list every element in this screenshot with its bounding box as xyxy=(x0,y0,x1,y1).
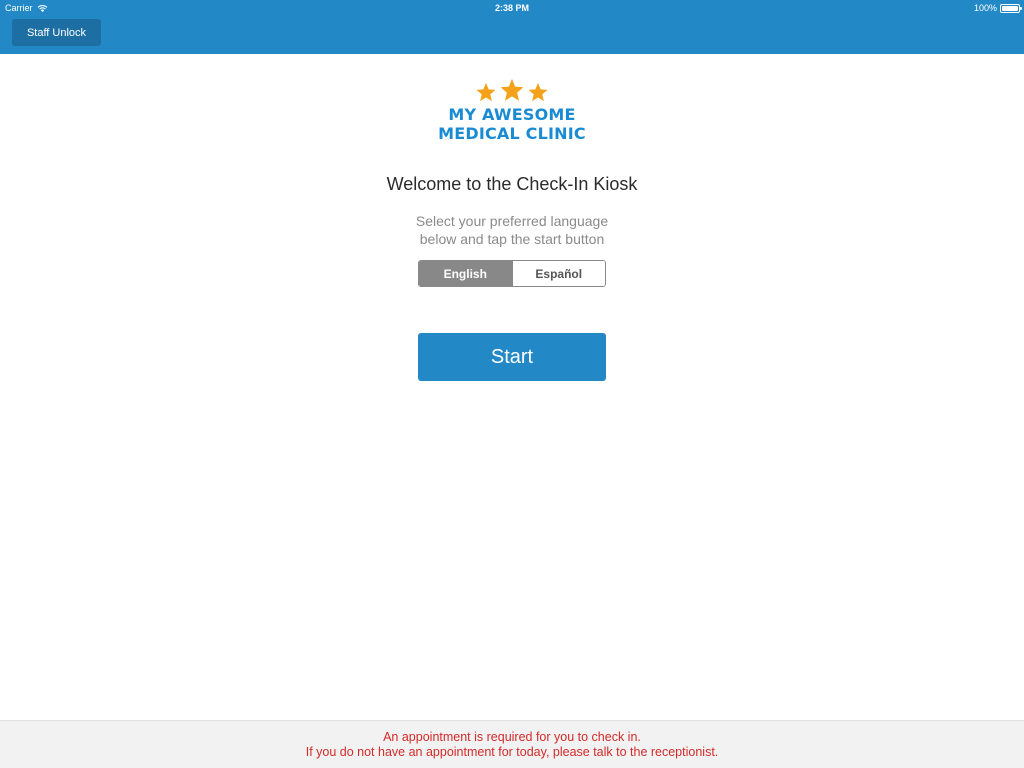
instructions-line-1: Select your preferred language xyxy=(415,213,609,229)
status-bar: Carrier 2:38 PM 100% xyxy=(0,0,1024,16)
header-bar: Carrier 2:38 PM 100% Staff Unlock xyxy=(0,0,1024,54)
language-option-english[interactable]: English xyxy=(419,261,512,286)
logo-text-line-2: MEDICAL CLINIC xyxy=(438,124,586,143)
star-icon xyxy=(500,79,524,101)
appointment-notice: An appointment is required for you to ch… xyxy=(0,720,1024,768)
logo-stars xyxy=(476,79,548,102)
language-instructions: Select your preferred language below and… xyxy=(0,212,1024,248)
start-button[interactable]: Start xyxy=(418,333,606,381)
battery-percent: 100% xyxy=(973,3,997,13)
language-selector: English Español xyxy=(418,260,606,287)
notice-line-1: An appointment is required for you to ch… xyxy=(383,730,641,744)
welcome-heading: Welcome to the Check-In Kiosk xyxy=(386,174,638,194)
instructions-line-2: below and tap the start button xyxy=(419,231,605,247)
logo-text-line-1: MY AWESOME xyxy=(448,105,576,124)
notice-line-2: If you do not have an appointment for to… xyxy=(305,745,719,759)
status-time: 2:38 PM xyxy=(494,3,529,13)
battery-indicator: 100% xyxy=(973,3,1022,13)
language-option-espanol[interactable]: Español xyxy=(511,261,605,286)
battery-fill xyxy=(1002,5,1018,11)
star-icon xyxy=(528,83,548,102)
staff-unlock-button[interactable]: Staff Unlock xyxy=(12,19,101,46)
star-icon xyxy=(476,83,496,102)
battery-icon xyxy=(1000,3,1022,13)
clinic-logo: MY AWESOME MEDICAL CLINIC xyxy=(412,79,612,145)
